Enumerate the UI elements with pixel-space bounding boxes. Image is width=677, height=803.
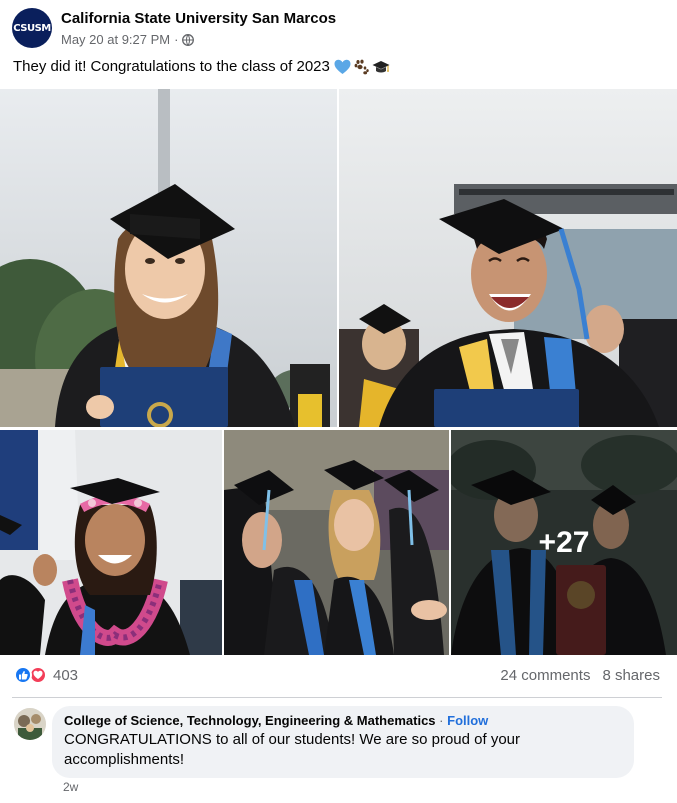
- follow-button[interactable]: Follow: [447, 713, 488, 728]
- graduation-cap-icon: [372, 60, 390, 72]
- like-icon: [14, 666, 32, 684]
- photo-grad-group[interactable]: [224, 430, 449, 655]
- commenter-avatar[interactable]: [14, 708, 46, 740]
- reactions-summary[interactable]: 403: [14, 666, 78, 684]
- comment-separator: ·: [439, 713, 444, 728]
- more-photos-count: +27: [538, 525, 590, 559]
- globe-icon: [182, 33, 195, 46]
- engagement-counts: 24 comments 8 shares: [500, 667, 660, 684]
- comment-text: CONGRATULATIONS to all of our students! …: [64, 731, 521, 768]
- avatar-logo-text: CSUSM: [13, 22, 51, 34]
- meta-separator: ·: [174, 32, 179, 47]
- post-caption: They did it! Congratulations to the clas…: [13, 58, 390, 75]
- more-photos-overlay[interactable]: +27: [451, 430, 677, 655]
- page-name-link[interactable]: California State University San Marcos: [61, 10, 336, 27]
- photo-grad-lei[interactable]: [0, 430, 222, 655]
- reaction-count: 403: [53, 666, 79, 684]
- shares-count-link[interactable]: 8 shares: [602, 667, 660, 684]
- caption-text: They did it! Congratulations to the clas…: [13, 58, 330, 75]
- post-header: CSUSM California State University San Ma…: [0, 0, 677, 56]
- comment-bubble: College of Science, Technology, Engineer…: [52, 706, 634, 778]
- reaction-stats-bar: 403 24 comments 8 shares: [0, 660, 677, 692]
- stats-divider: [12, 697, 662, 698]
- comment-timestamp[interactable]: 2w: [63, 780, 78, 794]
- comment-author-link[interactable]: College of Science, Technology, Engineer…: [64, 713, 436, 728]
- caption-emoji: [334, 59, 390, 75]
- page-avatar[interactable]: CSUSM: [12, 8, 52, 48]
- blue-heart-icon: [334, 59, 351, 74]
- photo-grad-man[interactable]: [339, 89, 677, 427]
- comment-header: College of Science, Technology, Engineer…: [64, 713, 622, 728]
- photo-more[interactable]: +27: [451, 430, 677, 655]
- post-meta: May 20 at 9:27 PM ·: [61, 32, 195, 47]
- paw-prints-icon: [354, 59, 369, 74]
- comments-count-link[interactable]: 24 comments: [500, 667, 590, 684]
- post-timestamp[interactable]: May 20 at 9:27 PM: [61, 32, 170, 47]
- photo-grad-woman[interactable]: [0, 89, 337, 427]
